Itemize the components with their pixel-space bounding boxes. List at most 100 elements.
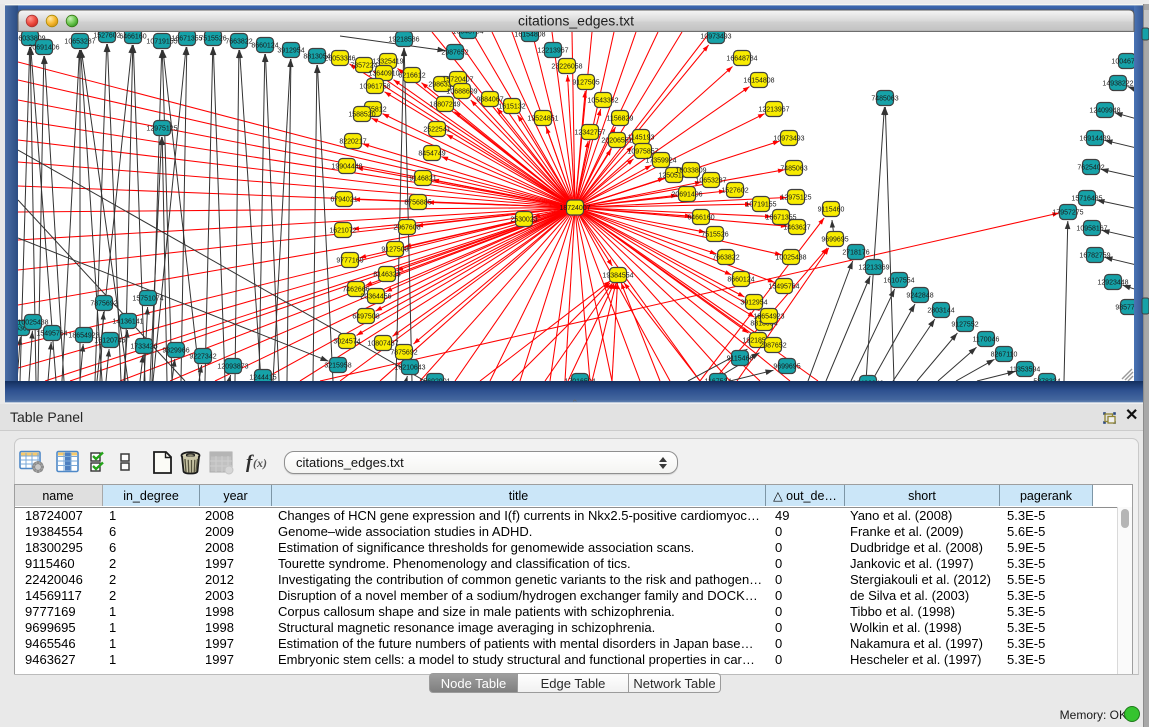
- svg-text:7875692: 7875692: [390, 349, 417, 356]
- svg-text:9699695: 9699695: [821, 236, 848, 243]
- svg-text:16648784: 16648784: [726, 55, 757, 62]
- svg-text:8660124: 8660124: [727, 276, 754, 283]
- svg-text:11353594: 11353594: [1010, 366, 1041, 373]
- svg-text:1145193: 1145193: [628, 134, 655, 141]
- svg-text:18807249: 18807249: [429, 101, 460, 108]
- svg-text:citations_edges.txt: citations_edges.txt: [518, 13, 634, 29]
- svg-text:16154808: 16154808: [743, 77, 774, 84]
- svg-text:12093873: 12093873: [217, 363, 248, 370]
- svg-text:12409948: 12409948: [1089, 107, 1120, 114]
- svg-text:15751074: 15751074: [132, 295, 163, 302]
- svg-text:1733426: 1733426: [130, 343, 157, 350]
- svg-text:12975125: 12975125: [146, 125, 177, 132]
- svg-text:8660124: 8660124: [251, 42, 278, 49]
- svg-text:15495764: 15495764: [768, 283, 799, 290]
- svg-text:1621072: 1621072: [329, 227, 356, 234]
- svg-text:9127505: 9127505: [572, 79, 599, 86]
- svg-text:1170046: 1170046: [973, 336, 1000, 343]
- svg-text:7663822: 7663822: [225, 38, 252, 45]
- svg-text:7515526: 7515526: [701, 231, 728, 238]
- svg-text:9115460: 9115460: [818, 206, 845, 213]
- svg-text:1156829: 1156829: [607, 115, 634, 122]
- svg-text:23226058: 23226058: [551, 63, 582, 70]
- svg-text:1588520: 1588520: [348, 111, 375, 118]
- svg-text:3912954: 3912954: [277, 47, 304, 54]
- svg-text:13640910: 13640910: [368, 70, 399, 77]
- svg-text:6216612: 6216612: [398, 72, 425, 79]
- svg-text:2987652: 2987652: [759, 342, 786, 349]
- svg-text:2987652: 2987652: [441, 49, 468, 56]
- svg-text:20691406: 20691406: [28, 44, 59, 51]
- svg-text:10961758: 10961758: [359, 83, 390, 90]
- svg-text:9699695: 9699695: [773, 363, 800, 370]
- svg-text:2522541: 2522541: [423, 126, 450, 133]
- svg-text:17359924: 17359924: [645, 157, 676, 164]
- svg-text:8220217: 8220217: [339, 138, 366, 145]
- svg-text:(x): (x): [253, 456, 267, 470]
- svg-text:1244415: 1244415: [249, 374, 276, 381]
- svg-text:10807487: 10807487: [367, 340, 398, 347]
- svg-text:3024574: 3024574: [333, 338, 360, 345]
- svg-text:19904448: 19904448: [331, 163, 362, 170]
- svg-text:6794021: 6794021: [330, 196, 357, 203]
- svg-text:10973493: 10973493: [773, 135, 804, 142]
- svg-text:7485063: 7485063: [871, 95, 898, 102]
- svg-text:12213967: 12213967: [537, 47, 568, 54]
- svg-text:10688609: 10688609: [446, 88, 477, 95]
- svg-text:10653287: 10653287: [64, 38, 95, 45]
- svg-text:12975125: 12975125: [780, 194, 811, 201]
- svg-text:10958167: 10958167: [1076, 225, 1107, 232]
- svg-text:16107554: 16107554: [883, 277, 914, 284]
- svg-text:3912954: 3912954: [740, 299, 767, 306]
- svg-text:8756885: 8756885: [404, 199, 431, 206]
- svg-text:9146821: 9146821: [409, 175, 436, 182]
- svg-text:9127508: 9127508: [381, 246, 408, 253]
- svg-text:9127552: 9127552: [951, 321, 978, 328]
- svg-text:16154808: 16154808: [514, 31, 545, 38]
- svg-text:15720407: 15720407: [442, 76, 473, 83]
- svg-text:16782759: 16782759: [1079, 252, 1110, 259]
- svg-text:10653287: 10653287: [695, 177, 726, 184]
- svg-text:10719155: 10719155: [745, 201, 776, 208]
- svg-text:2967608: 2967608: [393, 224, 420, 231]
- svg-text:19218586: 19218586: [388, 36, 419, 43]
- svg-text:15716485: 15716485: [1071, 195, 1102, 202]
- svg-text:16210643: 16210643: [394, 364, 425, 371]
- svg-text:1463627: 1463627: [783, 224, 810, 231]
- svg-text:2718176: 2718176: [842, 249, 869, 256]
- svg-text:7485063: 7485063: [780, 165, 807, 172]
- svg-text:2803144: 2803144: [927, 307, 954, 314]
- svg-text:20053346: 20053346: [324, 55, 355, 62]
- svg-text:16914439: 16914439: [1079, 135, 1110, 142]
- svg-text:1527602: 1527602: [721, 187, 748, 194]
- svg-text:12213967: 12213967: [758, 106, 789, 113]
- svg-text:14136141: 14136141: [112, 318, 143, 325]
- svg-text:8267110: 8267110: [991, 351, 1018, 358]
- svg-text:12342757: 12342757: [574, 129, 605, 136]
- svg-text:9884067: 9884067: [476, 96, 503, 103]
- svg-text:10025438: 10025438: [17, 319, 48, 326]
- svg-text:20691406: 20691406: [671, 191, 702, 198]
- svg-text:10543362: 10543362: [587, 97, 618, 104]
- svg-text:1527602: 1527602: [93, 32, 120, 39]
- svg-text:6466160: 6466160: [687, 214, 714, 221]
- svg-text:18724007: 18724007: [559, 205, 590, 212]
- svg-text:12923448: 12923448: [1097, 279, 1128, 286]
- svg-text:18654923: 18654923: [753, 313, 784, 320]
- svg-text:10973493: 10973493: [700, 33, 731, 40]
- svg-text:15495764: 15495764: [36, 330, 67, 337]
- svg-text:8454749: 8454749: [418, 150, 445, 157]
- svg-text:9777169: 9777169: [336, 257, 363, 264]
- svg-text:3215958: 3215958: [324, 362, 351, 369]
- svg-text:16120746: 16120746: [94, 337, 125, 344]
- svg-text:7875692: 7875692: [90, 300, 117, 307]
- svg-text:16033809: 16033809: [675, 167, 706, 174]
- svg-text:14938222: 14938222: [1102, 80, 1133, 87]
- svg-text:8146323: 8146323: [373, 271, 400, 278]
- svg-text:7462666: 7462666: [342, 286, 369, 293]
- svg-text:10025438: 10025438: [775, 254, 806, 261]
- svg-text:12213369: 12213369: [858, 264, 889, 271]
- svg-text:19524851: 19524851: [527, 115, 558, 122]
- svg-text:17957275: 17957275: [1052, 209, 1083, 216]
- svg-text:19384554: 19384554: [602, 272, 633, 279]
